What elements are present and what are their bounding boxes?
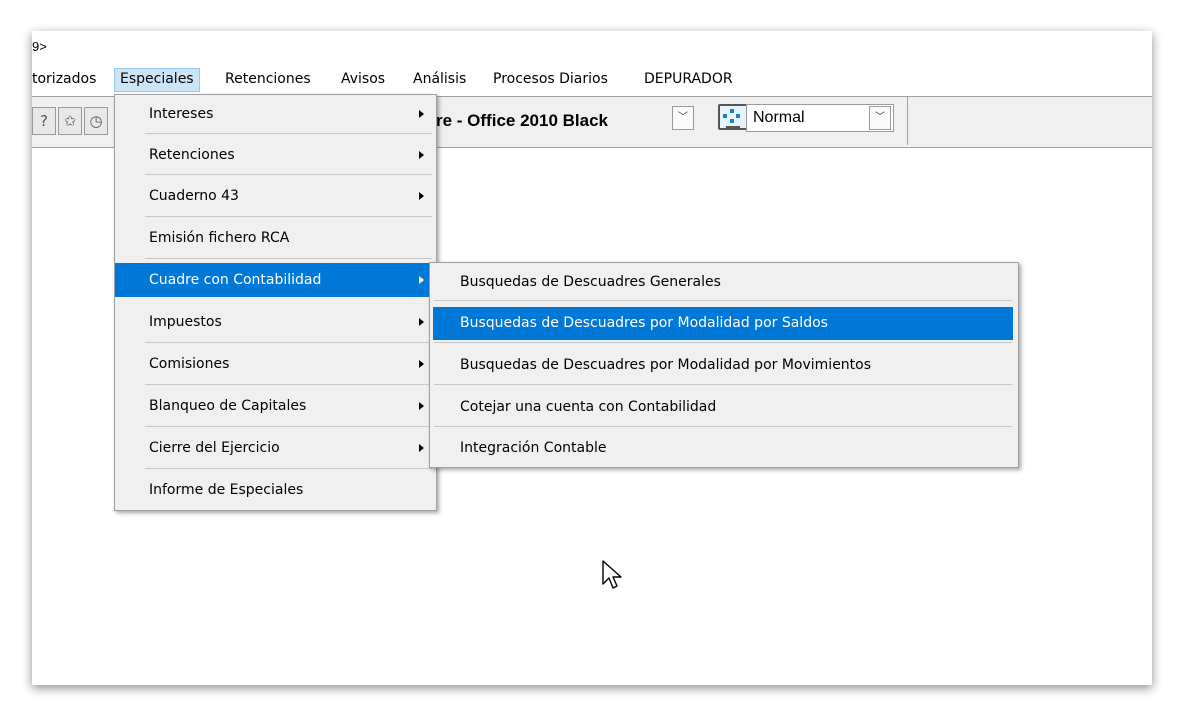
menu-item-blanqueo-de-capitales[interactable]: Blanqueo de Capitales — [115, 389, 434, 423]
submenu-arrow-icon — [419, 110, 424, 118]
especiales-menu: Intereses Retenciones Cuaderno 43 Emisió… — [114, 94, 437, 511]
menu-item-label: Comisiones — [149, 356, 230, 372]
menu-item-label: Blanqueo de Capitales — [149, 398, 307, 414]
menu-item-label: Cuaderno 43 — [149, 188, 239, 204]
menubar: torizados Especiales Retenciones Avisos … — [32, 68, 1152, 92]
menu-separator — [434, 342, 1012, 343]
submenu-item-integracion-contable[interactable]: Integración Contable — [430, 431, 1016, 465]
help-icon[interactable]: ? — [32, 107, 56, 135]
star-icon[interactable]: ✩ — [58, 107, 82, 135]
submenu-item-label: Integración Contable — [460, 440, 607, 456]
menubar-item-especiales[interactable]: Especiales — [114, 68, 200, 92]
menu-separator — [145, 174, 432, 175]
submenu-item-label: Cotejar una cuenta con Contabilidad — [460, 399, 717, 415]
menu-separator — [145, 426, 432, 427]
submenu-item-cotejar-cuenta[interactable]: Cotejar una cuenta con Contabilidad — [430, 390, 1016, 424]
submenu-arrow-icon — [419, 360, 424, 368]
menu-item-label: Impuestos — [149, 314, 222, 330]
menu-item-impuestos[interactable]: Impuestos — [115, 305, 434, 339]
menu-item-informe-de-especiales[interactable]: Informe de Especiales — [115, 473, 434, 507]
view-mode-dropdown-button[interactable]: ﹀ — [869, 106, 891, 130]
menu-item-cuadre-con-contabilidad[interactable]: Cuadre con Contabilidad — [115, 263, 434, 297]
menu-item-emision-fichero-rca[interactable]: Emisión fichero RCA — [115, 221, 434, 255]
menu-separator — [145, 342, 432, 343]
menu-item-intereses[interactable]: Intereses — [115, 97, 434, 131]
view-mode-combo[interactable]: Normal ﹀ — [746, 104, 894, 132]
submenu-item-label: Busquedas de Descuadres por Modalidad po… — [460, 315, 828, 331]
menu-item-label: Informe de Especiales — [149, 482, 304, 498]
submenu-item-label: Busquedas de Descuadres Generales — [460, 274, 721, 290]
menu-item-label: Emisión fichero RCA — [149, 230, 290, 246]
menu-separator — [145, 216, 432, 217]
menu-item-label: Retenciones — [149, 147, 235, 163]
menubar-item-avisos[interactable]: Avisos — [341, 68, 385, 90]
menu-separator — [434, 300, 1012, 301]
menu-item-label: Intereses — [149, 106, 214, 122]
mouse-cursor-icon — [602, 560, 622, 589]
menu-item-cierre-del-ejercicio[interactable]: Cierre del Ejercicio — [115, 431, 434, 465]
submenu-item-label: Busquedas de Descuadres por Modalidad po… — [460, 357, 872, 373]
monitor-icon[interactable] — [718, 104, 748, 130]
submenu-arrow-icon — [419, 402, 424, 410]
menu-item-label: Cuadre con Contabilidad — [149, 272, 322, 288]
chevron-down-icon: ﹀ — [875, 112, 885, 123]
menu-item-label: Cierre del Ejercicio — [149, 440, 280, 456]
chevron-down-icon: ﹀ — [678, 112, 688, 123]
menubar-item-retenciones[interactable]: Retenciones — [225, 68, 311, 90]
window-title-fragment: 9> — [32, 39, 47, 54]
menubar-item-procesos-diarios[interactable]: Procesos Diarios — [493, 68, 608, 90]
menu-item-comisiones[interactable]: Comisiones — [115, 347, 434, 381]
submenu-arrow-icon — [419, 444, 424, 452]
menu-item-retenciones[interactable]: Retenciones — [115, 138, 434, 172]
menu-separator — [434, 426, 1012, 427]
submenu-arrow-icon — [419, 276, 424, 284]
cuadre-submenu: Busquedas de Descuadres Generales Busque… — [429, 262, 1019, 468]
menu-item-cuaderno-43[interactable]: Cuaderno 43 — [115, 179, 434, 213]
submenu-arrow-icon — [419, 151, 424, 159]
submenu-arrow-icon — [419, 318, 424, 326]
submenu-item-descuadres-por-saldos[interactable]: Busquedas de Descuadres por Modalidad po… — [433, 307, 1013, 340]
submenu-item-descuadres-por-movimientos[interactable]: Busquedas de Descuadres por Modalidad po… — [430, 348, 1016, 382]
menubar-item-analisis[interactable]: Análisis — [413, 68, 466, 90]
menu-separator — [145, 133, 432, 134]
menu-separator — [145, 384, 432, 385]
submenu-item-descuadres-generales[interactable]: Busquedas de Descuadres Generales — [430, 265, 1016, 299]
skin-combo-value[interactable]: re - Office 2010 Black — [436, 108, 608, 134]
skin-combo-dropdown-button[interactable]: ﹀ — [672, 106, 694, 130]
menubar-item-depurador[interactable]: DEPURADOR — [644, 68, 733, 90]
submenu-arrow-icon — [419, 192, 424, 200]
view-mode-combo-value: Normal — [753, 109, 805, 126]
clock-icon[interactable]: ◷ — [84, 107, 108, 135]
menu-separator — [434, 384, 1012, 385]
menubar-item-autorizados[interactable]: torizados — [32, 68, 96, 90]
menu-separator — [145, 258, 432, 259]
menu-separator — [145, 468, 432, 469]
